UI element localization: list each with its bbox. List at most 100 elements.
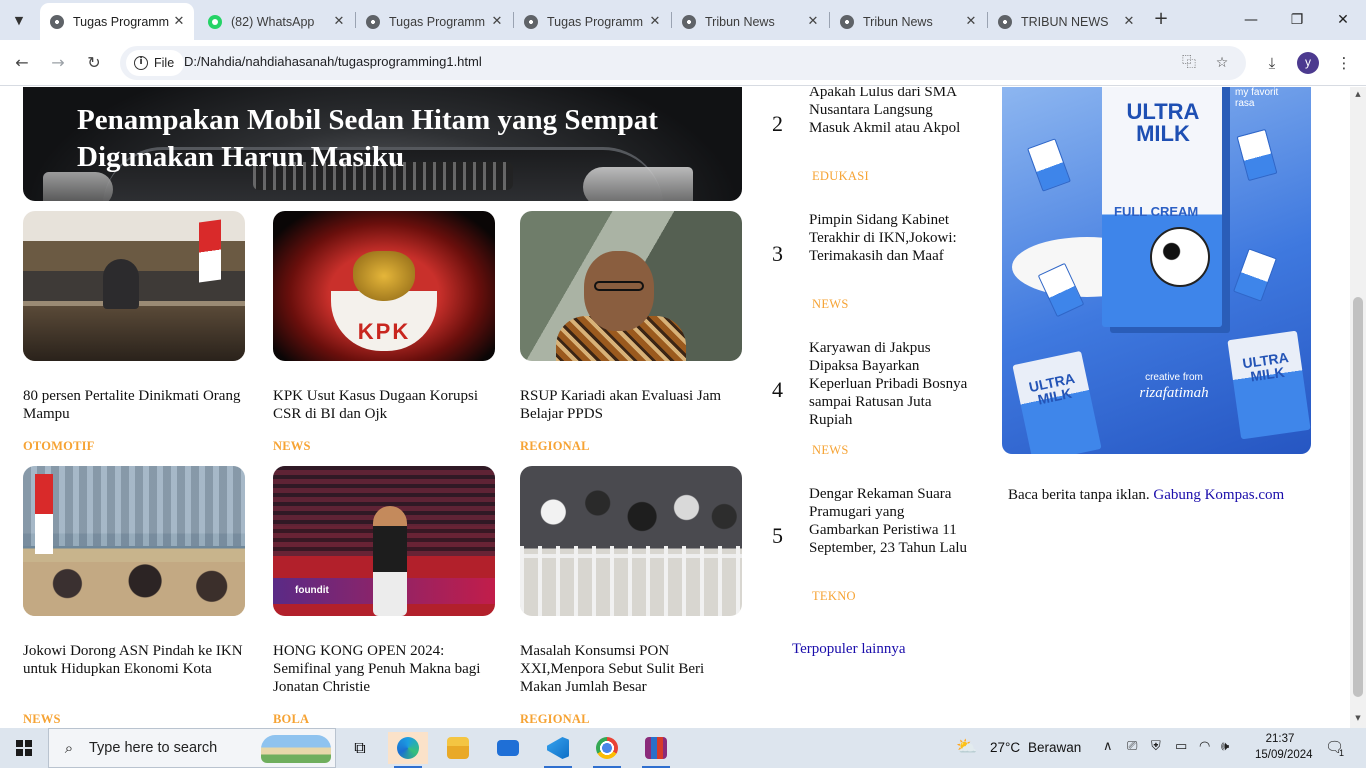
article-thumbnail[interactable]	[520, 466, 742, 616]
article-card[interactable]: Jokowi Dorong ASN Pindah ke IKN untuk Hi…	[23, 466, 245, 726]
article-category[interactable]: NEWS	[273, 439, 311, 454]
profile-avatar[interactable]: y	[1297, 52, 1319, 74]
weather-cloud-sun-icon[interactable]: ⛅	[956, 737, 977, 757]
close-icon[interactable]: ✕	[646, 14, 664, 29]
flag-shape	[35, 474, 53, 554]
ad-tagline: my favorit rasa	[1235, 87, 1279, 109]
popular-category[interactable]: NEWS	[812, 443, 849, 458]
close-window-button[interactable]: ✕	[1320, 0, 1366, 40]
popular-category[interactable]: NEWS	[812, 297, 849, 312]
volume-icon[interactable]: 🕪	[1221, 739, 1229, 754]
scroll-up-icon[interactable]: ▲	[1353, 90, 1363, 100]
article-card[interactable]: RSUP Kariadi akan Evaluasi Jam Belajar P…	[520, 211, 742, 453]
article-headline[interactable]: Masalah Konsumsi PON XXI,Menpora Sebut S…	[520, 642, 745, 696]
tab-whatsapp[interactable]: (82) WhatsApp ✕	[198, 3, 354, 40]
article-headline[interactable]: HONG KONG OPEN 2024: Semifinal yang Penu…	[273, 642, 498, 696]
article-thumbnail[interactable]	[520, 211, 742, 361]
minimize-button[interactable]: —	[1228, 0, 1274, 40]
tab-tugas-programming-1[interactable]: Tugas Programm ✕	[40, 3, 194, 40]
article-headline[interactable]: RSUP Kariadi akan Evaluasi Jam Belajar P…	[520, 387, 745, 423]
article-card[interactable]: KPK KPK Usut Kasus Dugaan Korupsi CSR di…	[273, 211, 495, 453]
site-chip-label: File	[154, 56, 175, 70]
ad-credit: creative from	[1145, 372, 1203, 383]
hero-image-headlamp	[43, 172, 113, 201]
wifi-icon[interactable]: ◠	[1199, 739, 1210, 754]
taskbar-clock[interactable]: 21:37 15/09/2024	[1255, 731, 1313, 763]
popular-category[interactable]: EDUKASI	[812, 169, 869, 184]
chevron-up-icon[interactable]: ∧	[1103, 739, 1113, 754]
tab-search-menu-button[interactable]: ▼	[6, 7, 32, 33]
scroll-down-icon[interactable]: ▼	[1353, 714, 1363, 724]
mail-icon[interactable]	[488, 732, 528, 764]
article-headline[interactable]: KPK Usut Kasus Dugaan Korupsi CSR di BI …	[273, 387, 498, 423]
hero-article[interactable]: Penampakan Mobil Sedan Hitam yang Sempat…	[23, 87, 742, 201]
article-headline[interactable]: 80 persen Pertalite Dinikmati Orang Mamp…	[23, 387, 248, 423]
article-category[interactable]: NEWS	[23, 712, 61, 727]
close-icon[interactable]: ✕	[962, 14, 980, 29]
hero-title[interactable]: Penampakan Mobil Sedan Hitam yang Sempat…	[77, 102, 737, 176]
article-card[interactable]: foundit HONG KONG OPEN 2024: Semifinal y…	[273, 466, 495, 726]
article-category[interactable]: REGIONAL	[520, 439, 590, 454]
new-tab-button[interactable]: +	[1150, 8, 1172, 30]
article-thumbnail[interactable]: foundit	[273, 466, 495, 616]
back-button[interactable]: ←	[9, 50, 35, 76]
task-view-icon[interactable]: ⧉	[340, 732, 380, 764]
translate-icon[interactable]: ⿻	[1178, 52, 1200, 74]
reload-button[interactable]: ↻	[81, 50, 107, 76]
meet-now-icon[interactable]: ⎚	[1127, 739, 1137, 754]
vscode-icon[interactable]	[538, 732, 578, 768]
close-icon[interactable]: ✕	[804, 14, 822, 29]
popular-category[interactable]: TEKNO	[812, 589, 856, 604]
tab-tribun-news-2[interactable]: Tribun News ✕	[830, 3, 986, 40]
winrar-icon[interactable]	[636, 732, 676, 768]
taskbar-search-box[interactable]: ⌕ Type here to search	[48, 728, 336, 768]
site-info-chip[interactable]: i File	[126, 50, 185, 76]
ultramilk-advertisement[interactable]: my favorit rasa ULTRA MILK FULL CREAM UL…	[1002, 87, 1311, 454]
scrollbar-thumb[interactable]	[1353, 297, 1363, 697]
tab-tugas-programming-2[interactable]: Tugas Programm ✕	[356, 3, 512, 40]
bookmark-star-icon[interactable]: ☆	[1211, 52, 1233, 74]
popular-title[interactable]: Karyawan di Jakpus Dipaksa Bayarkan Kepe…	[809, 339, 969, 429]
article-thumbnail[interactable]: KPK	[273, 211, 495, 361]
forward-button[interactable]: →	[45, 50, 71, 76]
battery-icon[interactable]: ▭	[1175, 739, 1187, 754]
file-explorer-icon[interactable]	[438, 732, 478, 764]
archive-icon	[645, 737, 667, 759]
start-button[interactable]	[0, 728, 48, 768]
article-card[interactable]: 80 persen Pertalite Dinikmati Orang Mamp…	[23, 211, 245, 453]
url-text[interactable]: D:/Nahdia/nahdiahasanah/tugasprogramming…	[184, 54, 482, 69]
article-category[interactable]: BOLA	[273, 712, 309, 727]
tab-tribun-news-1[interactable]: Tribun News ✕	[672, 3, 828, 40]
article-card[interactable]: Masalah Konsumsi PON XXI,Menpora Sebut S…	[520, 466, 742, 726]
popular-title[interactable]: Dengar Rekaman Suara Pramugari yang Gamb…	[809, 485, 969, 557]
weather-temp[interactable]: 27°C	[990, 740, 1020, 755]
close-icon[interactable]: ✕	[1120, 14, 1138, 29]
close-icon[interactable]: ✕	[170, 14, 188, 29]
close-icon[interactable]: ✕	[330, 14, 348, 29]
popular-title[interactable]: Pimpin Sidang Kabinet Terakhir di IKN,Jo…	[809, 211, 969, 265]
thumb-curtain	[23, 466, 245, 546]
article-thumbnail[interactable]	[23, 211, 245, 361]
edge-browser-icon[interactable]	[388, 732, 428, 768]
close-icon[interactable]: ✕	[488, 14, 506, 29]
menu-kebab-icon[interactable]: ⋮	[1332, 51, 1356, 75]
download-icon[interactable]: ⤓	[1260, 51, 1284, 75]
tab-tugas-programming-3[interactable]: Tugas Programm ✕	[514, 3, 670, 40]
popular-title[interactable]: Apakah Lulus dari SMA Nusantara Langsung…	[809, 87, 969, 137]
join-kompas-link[interactable]: Gabung Kompas.com	[1153, 487, 1284, 503]
restore-button[interactable]: ❐	[1274, 0, 1320, 40]
article-headline[interactable]: Jokowi Dorong ASN Pindah ke IKN untuk Hi…	[23, 642, 248, 678]
tab-title: Tugas Programm	[73, 14, 170, 29]
article-category[interactable]: OTOMOTIF	[23, 439, 95, 454]
chrome-icon[interactable]	[587, 732, 627, 768]
page-scrollbar[interactable]: ▲ ▼	[1350, 87, 1366, 728]
security-icon[interactable]: ⛨	[1151, 739, 1161, 754]
article-category[interactable]: REGIONAL	[520, 712, 590, 727]
article-thumbnail[interactable]	[23, 466, 245, 616]
popular-more-link[interactable]: Terpopuler lainnya	[792, 641, 906, 658]
tab-title: Tribun News	[863, 14, 933, 29]
weather-desc[interactable]: Berawan	[1028, 740, 1081, 755]
tab-title: (82) WhatsApp	[231, 14, 315, 29]
tab-tribun-news-3[interactable]: TRIBUN NEWS ✕	[988, 3, 1144, 40]
address-bar[interactable]: i File D:/Nahdia/nahdiahasanah/tugasprog…	[120, 46, 1246, 80]
